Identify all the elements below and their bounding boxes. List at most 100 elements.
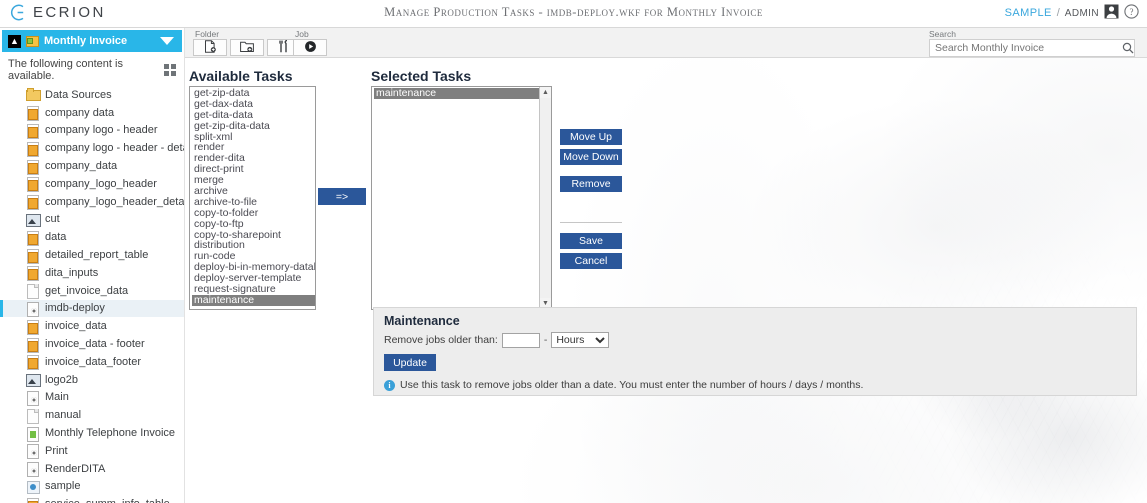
new-document-icon (204, 39, 217, 56)
xml-document-icon (26, 319, 39, 335)
tree-item-label: company_logo_header (45, 177, 157, 190)
maintenance-age-input[interactable] (501, 332, 540, 348)
tree-item-label: detailed_report_table (45, 249, 149, 262)
new-folder-button[interactable] (230, 39, 264, 56)
selected-tasks-items: maintenance (372, 87, 539, 309)
account-tenant[interactable]: SAMPLE (1005, 7, 1052, 19)
new-document-button[interactable] (193, 39, 227, 56)
move-up-button[interactable]: Move Up (560, 129, 622, 145)
document-icon (26, 284, 39, 300)
top-bar: ECRION Manage Production Tasks - imdb-de… (0, 0, 1147, 28)
data-icon (26, 266, 39, 282)
available-tasks-items: get-zip-data get-dax-data get-dita-data get… (190, 87, 315, 309)
search-label: Search (929, 29, 956, 39)
tree-item[interactable]: invoice_data_footer (0, 353, 184, 371)
tree-item-label: company logo - header (45, 124, 158, 137)
selected-tasks-scrollbar[interactable]: ▲ ▼ (539, 87, 551, 309)
tree-item[interactable]: company_logo_header_detailed_report (0, 193, 184, 211)
tree-item[interactable]: manual (0, 406, 184, 424)
workflow-icon (26, 462, 39, 478)
tree-item-label: get_invoice_data (45, 284, 129, 297)
folder-icon (26, 35, 39, 47)
xml-document-icon (26, 337, 39, 353)
tree-item-label: imdb-deploy (45, 302, 105, 315)
tree-item[interactable]: invoice_data - footer (0, 335, 184, 353)
tree-item[interactable]: get_invoice_data (0, 282, 184, 300)
tree-item-label: invoice_data_footer (45, 355, 142, 368)
cancel-button[interactable]: Cancel (560, 253, 622, 269)
search-input[interactable] (929, 39, 1135, 57)
remove-button[interactable]: Remove (560, 176, 622, 192)
question-mark-icon[interactable]: ? (1124, 4, 1139, 22)
maintenance-hint-text: Use this task to remove jobs older than … (400, 379, 864, 391)
xml-document-icon (26, 106, 39, 122)
tree-item[interactable]: Main (0, 389, 184, 407)
tree-item[interactable]: Data Sources (0, 86, 184, 104)
tree-item-label: data (45, 231, 67, 244)
tree-item[interactable]: dita_inputs (0, 264, 184, 282)
page-title: Manage Production Tasks - imdb-deploy.wk… (384, 5, 763, 19)
toolbar-group-folder-label: Folder (195, 29, 220, 39)
tree-item[interactable]: logo2b (0, 371, 184, 389)
xml-document-icon (26, 248, 39, 264)
up-arrow-icon[interactable]: ▲ (8, 34, 21, 48)
maintenance-separator: - (543, 334, 548, 346)
main-content: Available Tasks get-zip-data get-dax-data… (185, 58, 1147, 503)
list-item[interactable]: maintenance (374, 88, 539, 99)
maintenance-unit-select[interactable]: HoursDaysMonths (551, 332, 610, 348)
person-icon[interactable] (1104, 4, 1119, 22)
tree-item[interactable]: data (0, 228, 184, 246)
svg-text:?: ? (1130, 7, 1134, 17)
grid-view-icon[interactable] (164, 64, 176, 76)
update-button[interactable]: Update (384, 354, 436, 371)
folder-header[interactable]: ▲ Monthly Invoice (2, 30, 182, 52)
list-item[interactable]: copy-to-ftp (192, 218, 315, 230)
tree-item[interactable]: company logo - header (0, 122, 184, 140)
maintenance-field-row: Remove jobs older than: - HoursDaysMonth… (384, 332, 610, 348)
tree-item-label: RenderDITA (45, 462, 106, 475)
move-right-button[interactable]: => (318, 188, 366, 205)
maintenance-panel: Maintenance Remove jobs older than: - Ho… (373, 307, 1137, 396)
tree-item[interactable]: company logo - header - detailed rep… (0, 139, 184, 157)
tree-item-label: Print (45, 444, 68, 457)
available-tasks-listbox[interactable]: get-zip-data get-dax-data get-dita-data get… (189, 86, 316, 310)
availability-text: The following content is available. (8, 58, 123, 82)
tree-item-label: invoice_data - footer (45, 338, 145, 351)
tree-item[interactable]: company_logo_header (0, 175, 184, 193)
tree-item[interactable]: imdb-deploy (0, 299, 184, 318)
tree-item[interactable]: sample (0, 478, 184, 496)
tree-item[interactable]: RenderDITA (0, 460, 184, 478)
sidebar: ▲ Monthly Invoice The following content … (0, 28, 185, 503)
account-user[interactable]: ADMIN (1065, 8, 1099, 19)
xml-document-icon (26, 177, 39, 193)
tree-item-label: company data (45, 106, 115, 119)
save-button[interactable]: Save (560, 233, 622, 249)
tree-item[interactable]: company_data (0, 157, 184, 175)
toolbar-group-job-label: Job (295, 29, 309, 39)
tree-item[interactable]: cut (0, 211, 184, 229)
chevron-down-icon[interactable] (160, 37, 174, 45)
xml-document-icon (26, 355, 39, 371)
tree-item[interactable]: Monthly Telephone Invoice (0, 424, 184, 442)
button-divider (560, 222, 622, 223)
list-item[interactable]: maintenance (192, 295, 315, 306)
move-down-button[interactable]: Move Down (560, 149, 622, 165)
tools-icon (278, 39, 290, 56)
search-icon[interactable] (1122, 42, 1134, 57)
toolbar: Folder Job Search Search Monthly Invoice (185, 28, 1147, 58)
tree-item[interactable]: service_summ_info_table (0, 495, 184, 503)
list-item[interactable]: get-zip-dita-data (192, 120, 315, 132)
xml-document-icon (26, 159, 39, 175)
toolbar-group-folder: Folder (193, 28, 301, 58)
scroll-up-arrow-icon[interactable]: ▲ (540, 87, 551, 98)
run-job-button[interactable] (293, 39, 327, 56)
tree-item-label: sample (45, 480, 81, 493)
tree-item[interactable]: detailed_report_table (0, 246, 184, 264)
tree-item[interactable]: Print (0, 442, 184, 460)
toolbar-group-job: Job (293, 28, 327, 58)
tree-item[interactable]: invoice_data (0, 317, 184, 335)
xml-document-icon (26, 497, 39, 503)
selected-tasks-listbox[interactable]: maintenance ▲ ▼ (371, 86, 552, 310)
tree-item[interactable]: company data (0, 104, 184, 122)
folder-icon (26, 88, 41, 102)
